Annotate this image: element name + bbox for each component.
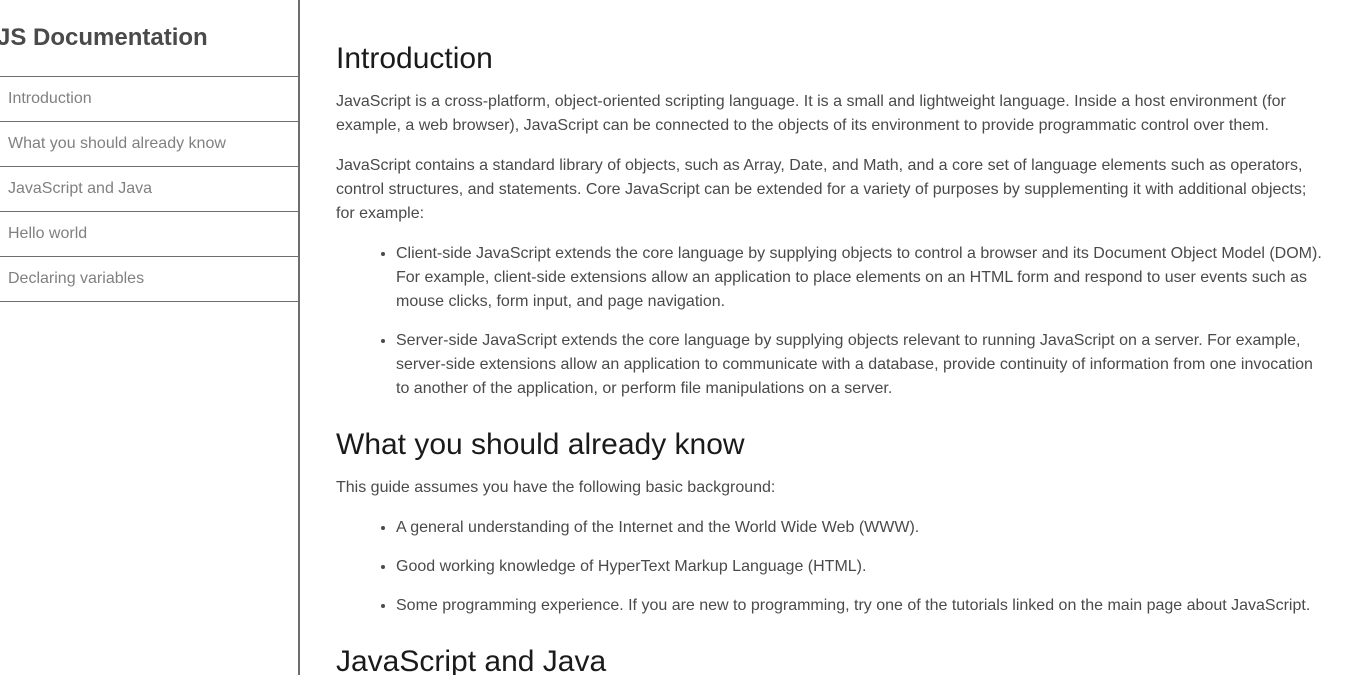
nav-list-item: Introduction (0, 76, 298, 121)
section-javascript-and-java: JavaScript and Java (336, 645, 1326, 675)
list-item: Good working knowledge of HyperText Mark… (396, 555, 1326, 579)
list-item: A general understanding of the Internet … (396, 516, 1326, 540)
nav-list-item: What you should already know (0, 121, 298, 166)
main-doc: Introduction JavaScript is a cross-platf… (336, 0, 1326, 675)
section-heading: JavaScript and Java (336, 645, 607, 675)
section-what-you-should-already-know: What you should already know This guide … (336, 428, 1326, 633)
section-introduction: Introduction JavaScript is a cross-platf… (336, 42, 1326, 416)
list-item: Server-side JavaScript extends the core … (396, 329, 1326, 401)
list-item: Some programming experience. If you are … (396, 594, 1326, 618)
nav-list-item: JavaScript and Java (0, 166, 298, 211)
section-heading: What you should already know (336, 428, 745, 461)
bullet-list: A general understanding of the Internet … (336, 516, 1326, 618)
nav-link-hello-world[interactable]: Hello world (0, 211, 298, 256)
section-heading: Introduction (336, 42, 493, 75)
paragraph: JavaScript contains a standard library o… (336, 157, 1307, 222)
paragraph: This guide assumes you have the followin… (336, 479, 776, 496)
nav-link-what-you-should-already-know[interactable]: What you should already know (0, 121, 298, 166)
bullet-list: Client-side JavaScript extends the core … (336, 242, 1326, 401)
nav-link-introduction[interactable]: Introduction (0, 76, 298, 121)
list-item: Client-side JavaScript extends the core … (396, 242, 1326, 314)
nav-link-javascript-and-java[interactable]: JavaScript and Java (0, 166, 298, 211)
nav-list: Introduction What you should already kno… (0, 76, 298, 302)
nav-list-item: Declaring variables (0, 256, 298, 302)
paragraph: JavaScript is a cross-platform, object-o… (336, 93, 1286, 134)
sidebar-nav: JS Documentation Introduction What you s… (0, 0, 300, 675)
nav-link-declaring-variables[interactable]: Declaring variables (0, 256, 298, 302)
nav-title: JS Documentation (0, 24, 208, 51)
nav-list-item: Hello world (0, 211, 298, 256)
